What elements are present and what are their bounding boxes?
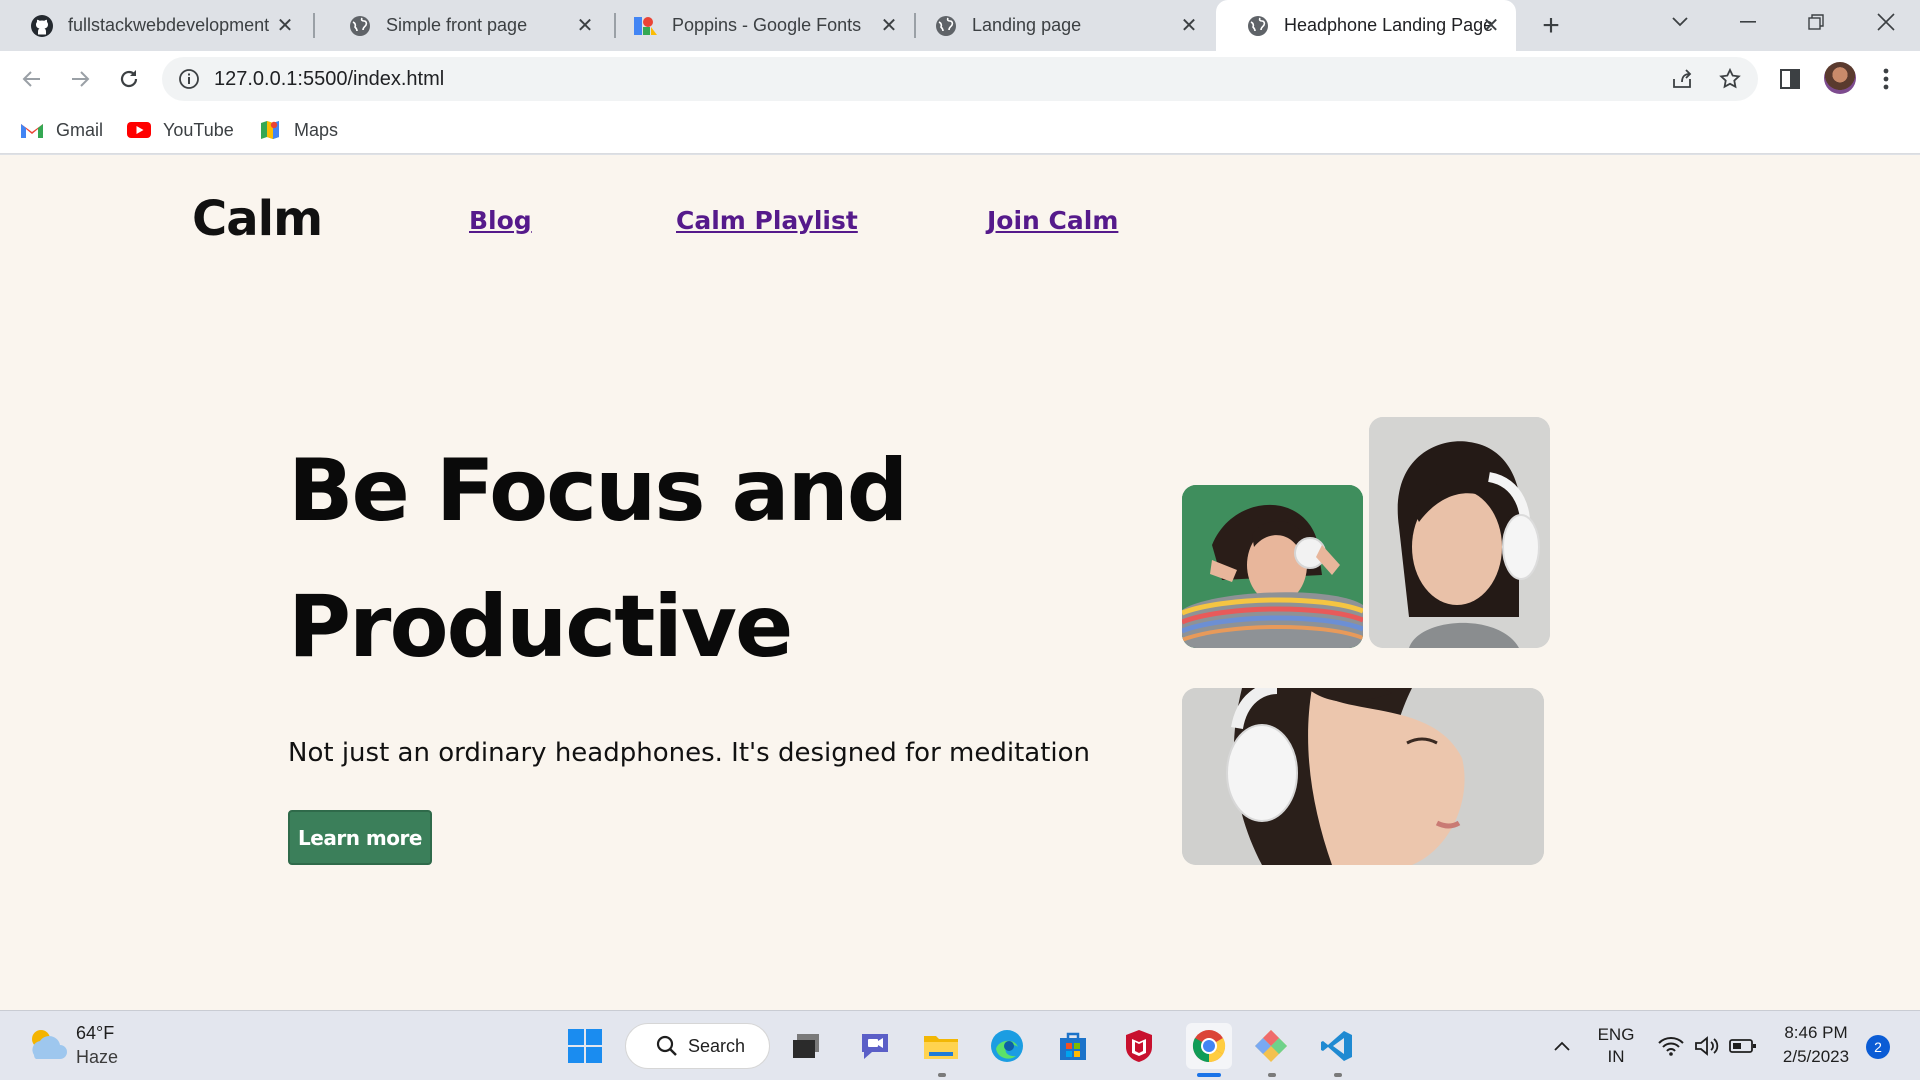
- tab-title: Landing page: [972, 15, 1082, 35]
- address-bar[interactable]: 127.0.0.1:5500/index.html: [162, 57, 1758, 101]
- kite-app-icon[interactable]: [1252, 1027, 1290, 1065]
- chrome-icon[interactable]: [1186, 1023, 1232, 1069]
- weather-condition[interactable]: Haze: [76, 1047, 118, 1068]
- side-panel-icon[interactable]: [1776, 65, 1804, 93]
- bookmark-label: Maps: [294, 119, 339, 140]
- running-indicator: [1268, 1073, 1276, 1077]
- tab-landing-page[interactable]: Landing page ✕: [904, 0, 1214, 51]
- site-info-icon[interactable]: [178, 68, 200, 90]
- nav-link-join-calm[interactable]: Join Calm: [987, 206, 1118, 235]
- headline-line-2: Productive: [288, 577, 793, 677]
- edge-icon[interactable]: [988, 1027, 1026, 1065]
- headphone-photo-profile: [1182, 688, 1544, 865]
- page-viewport: Calm Blog Calm Playlist Join Calm Be Foc…: [0, 155, 1920, 1010]
- bookmark-label: YouTube: [163, 119, 234, 140]
- tab-search-chevron-down-icon[interactable]: [1660, 6, 1700, 38]
- close-window-icon[interactable]: [1866, 6, 1906, 38]
- github-icon: [30, 14, 54, 38]
- battery-icon[interactable]: [1724, 1027, 1762, 1065]
- running-indicator: [1334, 1073, 1342, 1077]
- search-icon: [656, 1035, 677, 1056]
- close-icon[interactable]: ✕: [274, 14, 296, 37]
- youtube-icon: [127, 120, 151, 140]
- search-label: Search: [688, 1035, 746, 1056]
- weather-haze-icon[interactable]: [26, 1025, 68, 1065]
- bookmarks-bar: Gmail YouTube Maps: [0, 106, 1920, 154]
- bookmark-maps[interactable]: Maps: [258, 118, 338, 142]
- nav-link-blog[interactable]: Blog: [469, 206, 532, 235]
- globe-icon: [348, 14, 372, 38]
- restore-icon[interactable]: [1796, 6, 1836, 38]
- taskbar-search[interactable]: Search: [625, 1023, 770, 1069]
- reload-icon[interactable]: [112, 62, 146, 96]
- bookmark-label: Gmail: [56, 119, 104, 140]
- file-explorer-icon[interactable]: [922, 1027, 960, 1065]
- language-code[interactable]: ENG: [1596, 1025, 1636, 1045]
- hero-headline: Be Focus and Productive: [288, 423, 988, 695]
- brand-logo[interactable]: Calm: [192, 191, 323, 247]
- chevron-up-icon[interactable]: [1543, 1027, 1581, 1065]
- language-region[interactable]: IN: [1596, 1047, 1636, 1067]
- hero-tagline: Not just an ordinary headphones. It's de…: [288, 738, 1091, 768]
- running-indicator: [938, 1073, 946, 1077]
- close-icon[interactable]: ✕: [574, 14, 596, 37]
- tab-poppins-google-fonts[interactable]: Poppins - Google Fonts ✕: [604, 0, 914, 51]
- active-indicator: [1197, 1073, 1221, 1077]
- tab-title: Poppins - Google Fonts: [672, 15, 862, 35]
- tab-github[interactable]: fullstackwebdevelopment ✕: [0, 0, 310, 51]
- vscode-icon[interactable]: [1318, 1027, 1356, 1065]
- headphone-photo-sweater: [1182, 485, 1363, 648]
- clock-date[interactable]: 2/5/2023: [1770, 1047, 1862, 1067]
- tab-title: Headphone Landing Page: [1284, 15, 1494, 35]
- gmail-icon: [20, 120, 44, 140]
- notification-badge[interactable]: 2: [1866, 1035, 1890, 1059]
- tab-strip: fullstackwebdevelopment ✕ Simple front p…: [0, 0, 1920, 51]
- headphone-photo-portrait: [1369, 417, 1550, 648]
- browser-toolbar: 127.0.0.1:5500/index.html: [0, 51, 1920, 106]
- share-icon[interactable]: [1670, 67, 1694, 91]
- task-view-icon[interactable]: [787, 1027, 825, 1065]
- globe-icon: [1246, 14, 1270, 38]
- mcafee-icon[interactable]: [1120, 1027, 1158, 1065]
- back-icon[interactable]: [15, 62, 49, 96]
- microsoft-store-icon[interactable]: [1054, 1027, 1092, 1065]
- tab-simple-front-page[interactable]: Simple front page ✕: [318, 0, 610, 51]
- globe-icon: [934, 14, 958, 38]
- minimize-icon[interactable]: [1728, 6, 1768, 38]
- teams-chat-icon[interactable]: [856, 1027, 894, 1065]
- tab-title: fullstackwebdevelopment: [68, 15, 270, 35]
- taskbar: 64°F Haze Search ENG IN 8:46 PM 2/5/2023…: [0, 1010, 1920, 1080]
- more-menu-icon[interactable]: [1872, 65, 1900, 93]
- forward-icon[interactable]: [63, 62, 97, 96]
- close-icon[interactable]: ✕: [878, 14, 900, 37]
- new-tab-button[interactable]: +: [1536, 9, 1566, 42]
- tab-title: Simple front page: [386, 15, 528, 35]
- nav-link-calm-playlist[interactable]: Calm Playlist: [676, 206, 858, 235]
- maps-icon: [258, 120, 282, 140]
- weather-temperature[interactable]: 64°F: [76, 1023, 114, 1044]
- close-icon[interactable]: ✕: [1480, 14, 1502, 37]
- wifi-icon[interactable]: [1652, 1027, 1690, 1065]
- bookmark-gmail[interactable]: Gmail: [20, 118, 103, 142]
- clock-time[interactable]: 8:46 PM: [1776, 1023, 1856, 1043]
- tab-separator: [313, 13, 315, 38]
- bookmark-star-icon[interactable]: [1718, 67, 1742, 91]
- windows-start-icon[interactable]: [566, 1027, 604, 1065]
- learn-more-button[interactable]: Learn more: [288, 810, 432, 865]
- tab-headphone-landing-page[interactable]: Headphone Landing Page ✕: [1216, 0, 1516, 51]
- profile-avatar[interactable]: [1824, 62, 1856, 94]
- headline-line-1: Be Focus and: [288, 441, 908, 541]
- google-fonts-icon: [634, 14, 658, 38]
- close-icon[interactable]: ✕: [1178, 14, 1200, 37]
- volume-icon[interactable]: [1688, 1027, 1726, 1065]
- bookmark-youtube[interactable]: YouTube: [127, 118, 234, 142]
- url-text[interactable]: 127.0.0.1:5500/index.html: [214, 68, 444, 91]
